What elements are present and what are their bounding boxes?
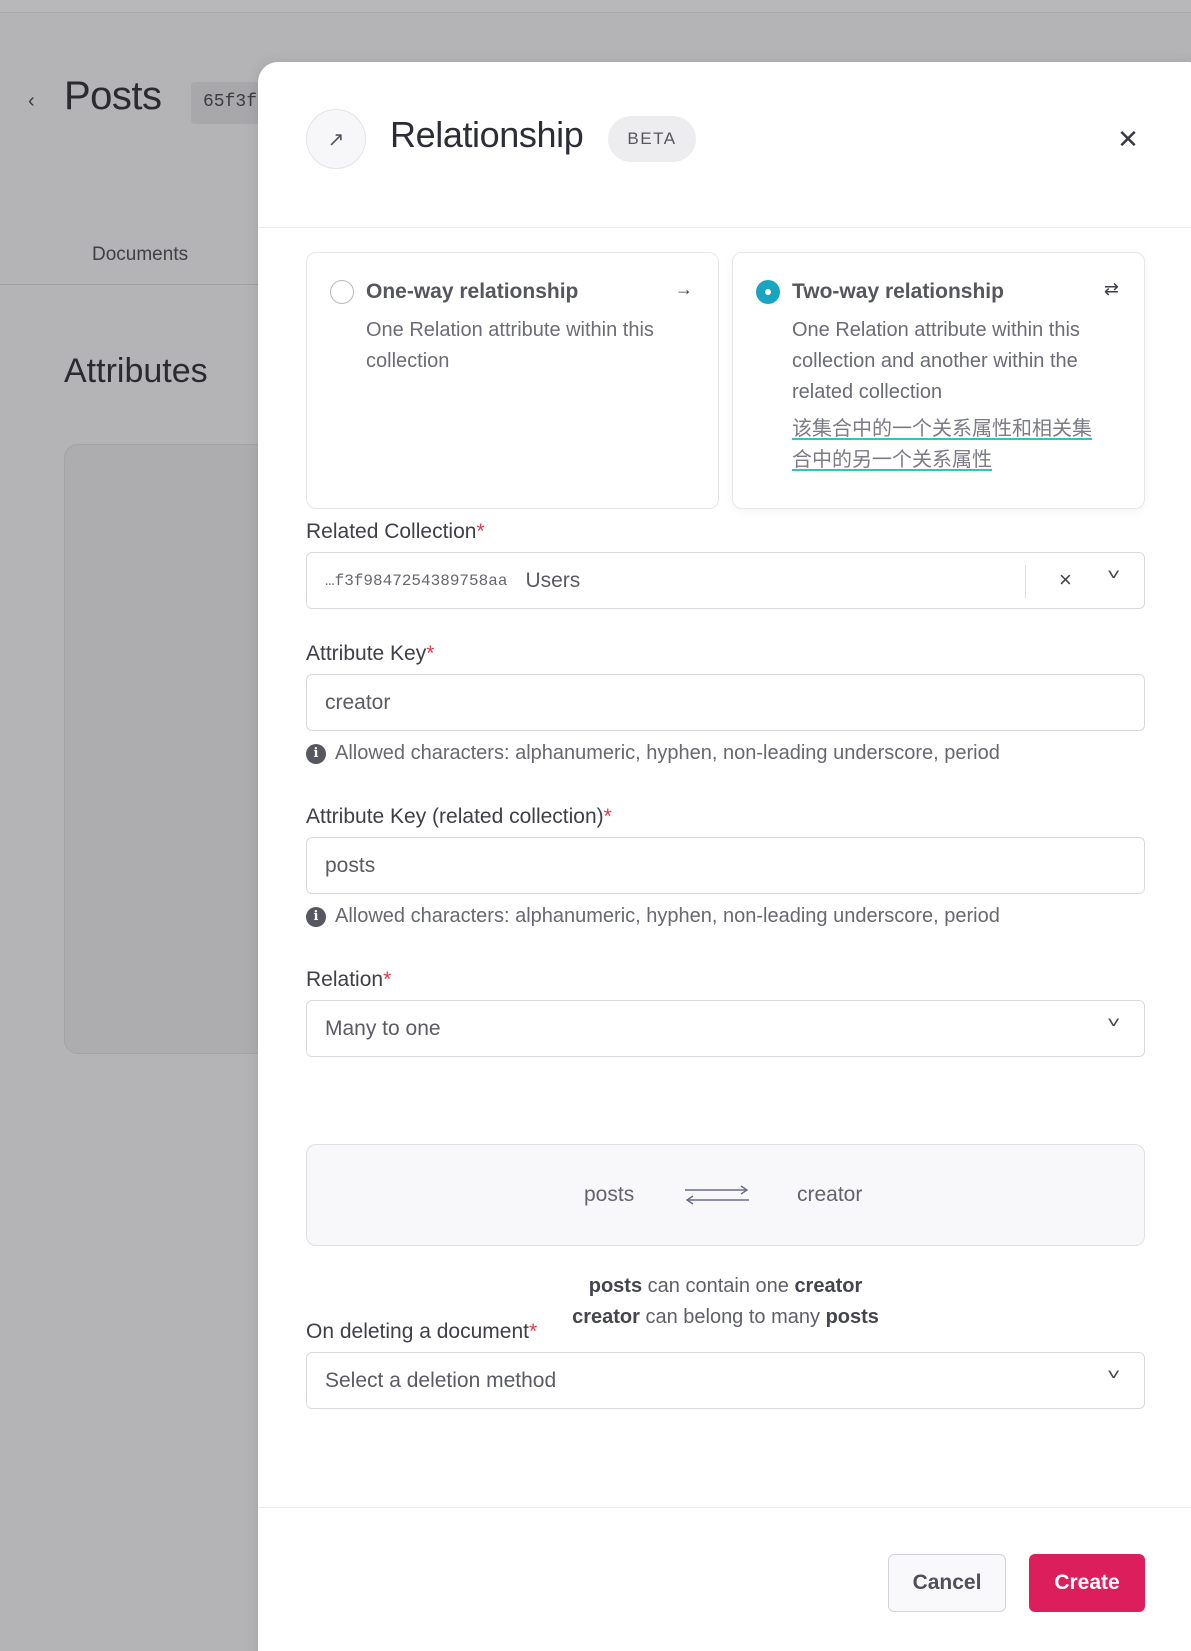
attribute-key-hint: i Allowed characters: alphanumeric, hyph… — [306, 742, 1000, 765]
summary-line-1: posts can contain one creator — [588, 1275, 863, 1297]
relation-select[interactable]: Many to one ˅ — [306, 1000, 1145, 1057]
modal-header: ↗ Relationship BETA ✕ — [258, 62, 1191, 228]
option-translation: 该集合中的一个关系属性和相关集合中的另一个关系属性 — [792, 418, 1092, 471]
option-title: Two-way relationship — [792, 280, 1004, 303]
attribute-key-label: Attribute Key* — [306, 642, 435, 665]
option-description: One Relation attribute within this colle… — [792, 319, 1080, 403]
arrow-right-icon: → — [675, 279, 693, 299]
beta-badge: BETA — [608, 116, 696, 162]
create-button[interactable]: Create — [1029, 1554, 1145, 1612]
relation-value: Many to one — [325, 1016, 441, 1040]
attribute-key-related-label: Attribute Key (related collection)* — [306, 805, 612, 828]
diagram-right-key: creator — [797, 1183, 863, 1206]
arrow-up-right-icon: ↗ — [306, 109, 366, 169]
attribute-key-related-hint: i Allowed characters: alphanumeric, hyph… — [306, 905, 1000, 928]
two-way-arrows-icon — [683, 1183, 751, 1212]
footer-divider — [258, 1507, 1191, 1508]
attribute-key-related-value: posts — [325, 853, 376, 877]
relation-diagram: posts creator — [306, 1144, 1145, 1246]
related-collection-select[interactable]: …f3f9847254389758aa Users × ˅ — [306, 552, 1145, 609]
top-bar — [0, 0, 1191, 13]
chevron-down-icon[interactable]: ˅ — [1107, 1015, 1120, 1033]
option-one-way[interactable]: One-way relationship One Relation attrib… — [306, 252, 719, 509]
chevron-down-icon[interactable]: ˅ — [1107, 1367, 1120, 1385]
page-title: Posts — [64, 74, 162, 118]
attribute-key-input[interactable]: creator — [306, 674, 1145, 731]
attribute-key-related-input[interactable]: posts — [306, 837, 1145, 894]
option-title: One-way relationship — [366, 280, 579, 303]
relationship-modal: ↗ Relationship BETA ✕ One-way relationsh… — [258, 62, 1191, 1651]
tabs-divider — [0, 284, 260, 285]
option-description: One Relation attribute within this colle… — [366, 319, 654, 372]
chevron-left-icon[interactable]: ‹ — [28, 90, 35, 113]
related-collection-label: Related Collection* — [306, 520, 485, 543]
collection-id-value: …f3f9847254389758aa — [325, 571, 508, 590]
select-divider — [1025, 565, 1026, 598]
attribute-key-value: creator — [325, 690, 391, 714]
info-icon: i — [306, 906, 326, 927]
info-icon: i — [306, 743, 326, 764]
diagram-left-key: posts — [584, 1183, 635, 1206]
on-delete-label: On deleting a document* — [306, 1320, 538, 1343]
close-icon[interactable]: ✕ — [1113, 124, 1143, 154]
collection-name-value: Users — [525, 568, 581, 592]
clear-icon[interactable]: × — [1059, 567, 1072, 593]
cancel-button[interactable]: Cancel — [888, 1554, 1006, 1612]
radio-one-way[interactable] — [330, 280, 354, 304]
relation-label: Relation* — [306, 968, 392, 991]
swap-arrows-icon: ⇄ — [1103, 279, 1119, 299]
on-delete-select[interactable]: Select a deletion method ˅ — [306, 1352, 1145, 1409]
on-delete-placeholder: Select a deletion method — [325, 1368, 557, 1392]
modal-title: Relationship — [390, 114, 584, 155]
chevron-down-icon[interactable]: ˅ — [1107, 567, 1120, 585]
radio-two-way[interactable] — [756, 280, 780, 304]
option-two-way[interactable]: Two-way relationship One Relation attrib… — [732, 252, 1145, 509]
tab-documents[interactable]: Documents — [92, 244, 188, 266]
section-title: Attributes — [64, 352, 208, 390]
